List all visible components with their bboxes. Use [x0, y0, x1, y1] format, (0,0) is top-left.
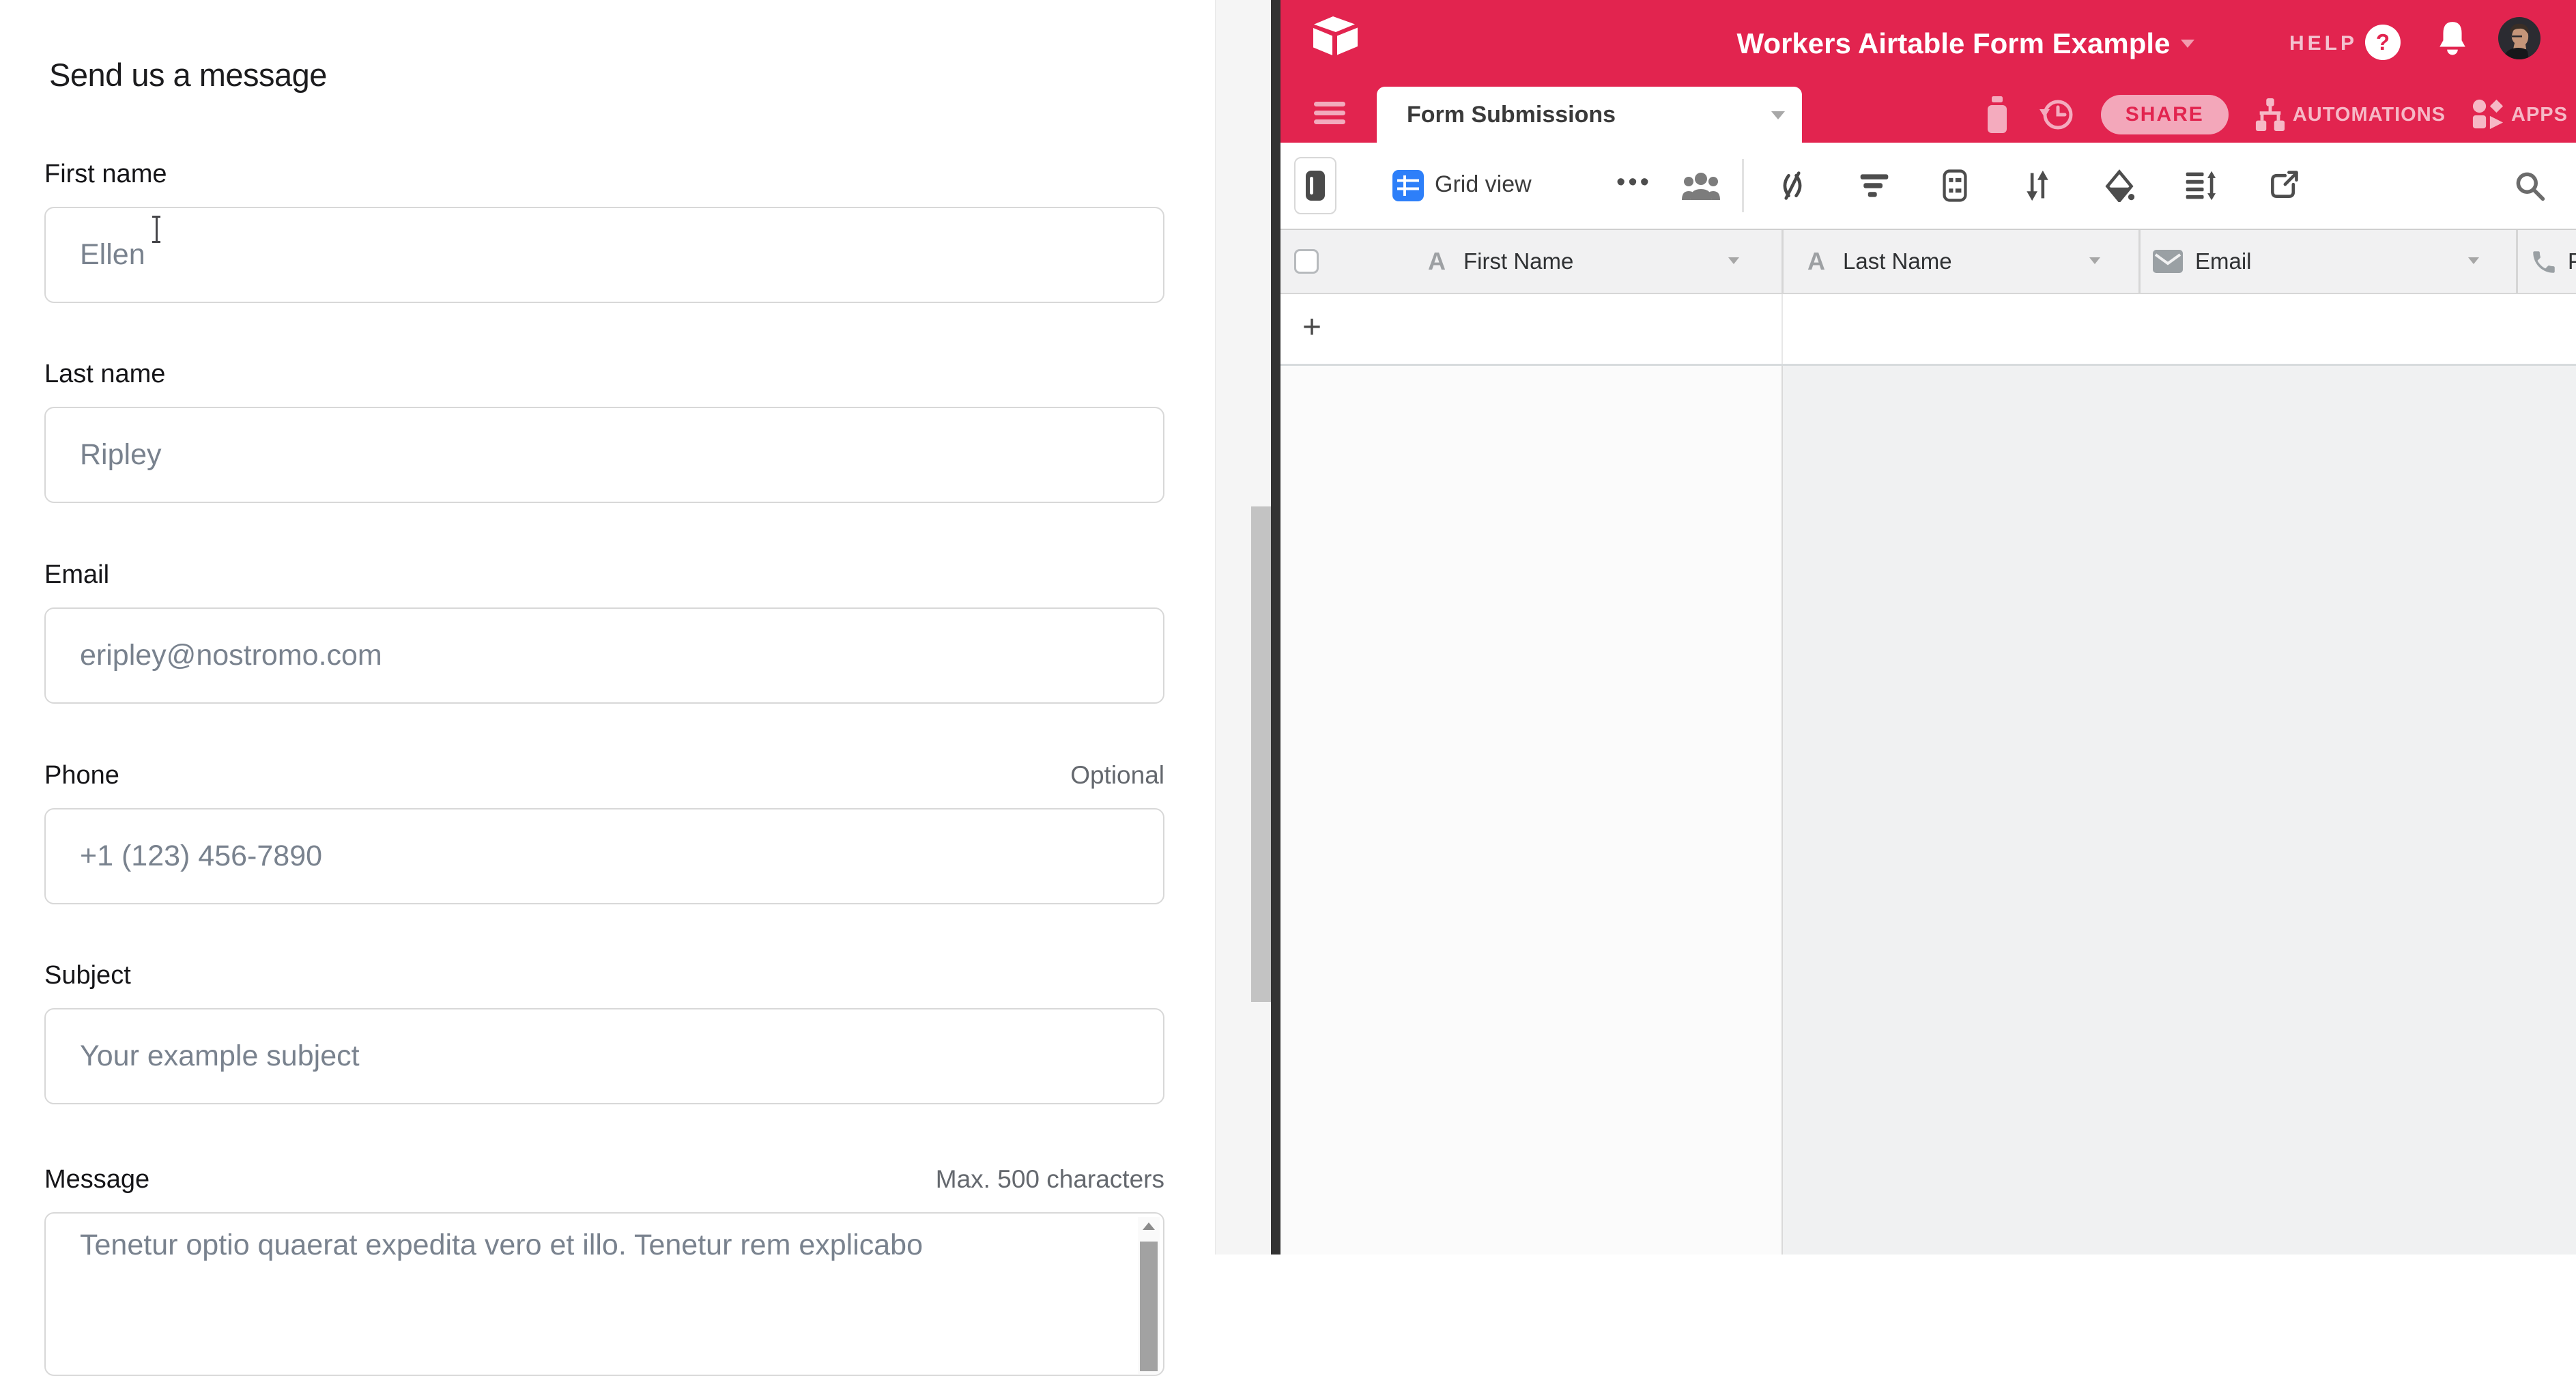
column-chevron-icon[interactable]	[2468, 257, 2479, 264]
page-scrollbar[interactable]	[1215, 0, 1272, 1255]
table-tab-chevron-icon[interactable]	[1771, 111, 1785, 119]
view-toolbar: Grid view •••	[1280, 143, 2576, 230]
first-name-input[interactable]	[44, 207, 1164, 303]
column-chevron-icon[interactable]	[1728, 257, 1739, 264]
last-name-input[interactable]	[44, 407, 1164, 503]
phone-label: Phone	[44, 761, 119, 790]
menu-hamburger-icon[interactable]	[1314, 102, 1345, 128]
add-row-button[interactable]: +	[1297, 294, 1327, 361]
apps-button[interactable]: APPS	[2472, 98, 2568, 131]
base-title[interactable]: Workers Airtable Form Example	[1737, 27, 2171, 60]
hide-fields-icon[interactable]	[1776, 169, 1809, 202]
scroll-up-icon[interactable]	[1143, 1222, 1155, 1230]
table-header-row: A First Name A Last Name Email Phone	[1280, 229, 2576, 294]
view-name-label[interactable]: Grid view	[1435, 143, 1532, 226]
column-header-last-name[interactable]: Last Name	[1843, 230, 1952, 293]
base-title-chevron-icon[interactable]	[2181, 40, 2194, 48]
automations-icon	[2255, 97, 2286, 132]
phone-field-icon	[2530, 248, 2558, 276]
email-label: Email	[44, 560, 109, 590]
help-question-icon[interactable]: ?	[2365, 25, 2401, 60]
first-name-label: First name	[44, 160, 167, 189]
column-divider[interactable]	[2138, 230, 2141, 293]
column-chevron-icon[interactable]	[2089, 257, 2100, 264]
message-scrollbar[interactable]	[1138, 1217, 1160, 1374]
tab-form-submissions[interactable]: Form Submissions	[1377, 87, 1802, 143]
window-divider	[1271, 0, 1280, 1255]
apps-icon	[2472, 98, 2504, 131]
phone-input[interactable]	[44, 808, 1164, 904]
user-avatar[interactable]	[2498, 17, 2541, 59]
toolbar-divider	[1742, 159, 1744, 212]
column-divider[interactable]	[2516, 230, 2518, 293]
grid-view-icon[interactable]	[1392, 170, 1424, 201]
notifications-bell-icon[interactable]	[2438, 20, 2467, 56]
add-row-strip[interactable]: +	[1280, 294, 2576, 366]
contact-form-pane: Send us a message First name Last name E…	[0, 0, 1215, 1255]
active-table-tab-label: Form Submissions	[1407, 87, 1616, 143]
column-header-email[interactable]: Email	[2195, 230, 2252, 293]
view-more-button[interactable]: •••	[1600, 143, 1668, 222]
grid-body-left	[1280, 366, 1781, 1255]
view-sidebar-toggle-button[interactable]	[1294, 157, 1336, 214]
airtable-logo-icon[interactable]	[1312, 15, 1360, 59]
select-all-checkbox[interactable]	[1294, 249, 1319, 274]
text-cursor-icon	[150, 216, 162, 243]
message-scrollbar-thumb[interactable]	[1140, 1242, 1158, 1371]
field-email: Email	[44, 560, 1164, 704]
color-icon[interactable]	[2103, 169, 2136, 202]
group-icon[interactable]	[1938, 169, 1971, 202]
sort-icon[interactable]	[2021, 169, 2054, 202]
field-subject: Subject	[44, 961, 1164, 1104]
subject-label: Subject	[44, 961, 131, 990]
trash-icon[interactable]	[1982, 96, 2012, 133]
message-textarea[interactable]: Tenetur optio quaerat expedita vero et i…	[44, 1212, 1164, 1376]
search-icon[interactable]	[2513, 169, 2546, 202]
row-height-icon[interactable]	[2184, 169, 2216, 202]
email-input[interactable]	[44, 607, 1164, 704]
filter-icon[interactable]	[1858, 169, 1891, 202]
email-field-icon	[2153, 250, 2183, 273]
last-name-label: Last name	[44, 360, 165, 389]
field-first-name: First name	[44, 160, 1164, 303]
sidebar-panel-icon	[1305, 170, 1326, 201]
field-last-name: Last name	[44, 360, 1164, 503]
share-view-icon[interactable]	[2267, 169, 2300, 202]
column-divider	[1781, 294, 1783, 364]
grid-column-divider	[1781, 366, 1783, 1255]
airtable-pane: Workers Airtable Form Example HELP ? For…	[1280, 0, 2576, 1255]
column-header-first-name[interactable]: First Name	[1463, 230, 1573, 293]
column-divider[interactable]	[1781, 230, 1784, 293]
text-field-icon: A	[1807, 230, 1825, 293]
phone-optional-hint: Optional	[1070, 761, 1164, 790]
history-icon[interactable]	[2038, 96, 2075, 133]
field-message: Message Max. 500 characters Tenetur opti…	[44, 1165, 1164, 1376]
collaborators-icon[interactable]	[1682, 170, 1720, 203]
form-heading: Send us a message	[49, 56, 327, 94]
message-label: Message	[44, 1165, 149, 1194]
field-phone: Phone Optional	[44, 761, 1164, 904]
column-header-phone[interactable]: Phone	[2568, 230, 2576, 293]
help-button[interactable]: HELP	[2289, 0, 2358, 87]
apps-label: APPS	[2511, 104, 2568, 126]
message-max-hint: Max. 500 characters	[936, 1165, 1164, 1194]
share-button[interactable]: SHARE	[2101, 95, 2229, 134]
subject-input[interactable]	[44, 1008, 1164, 1104]
text-field-icon: A	[1428, 230, 1446, 293]
grid-body-right	[1783, 366, 2576, 1255]
base-actions: SHARE AUTOMATIONS APPS	[1982, 87, 2568, 143]
page-scrollbar-thumb[interactable]	[1251, 506, 1272, 1002]
automations-button[interactable]: AUTOMATIONS	[2255, 97, 2446, 132]
automations-label: AUTOMATIONS	[2293, 104, 2446, 126]
message-text: Tenetur optio quaerat expedita vero et i…	[80, 1229, 923, 1262]
